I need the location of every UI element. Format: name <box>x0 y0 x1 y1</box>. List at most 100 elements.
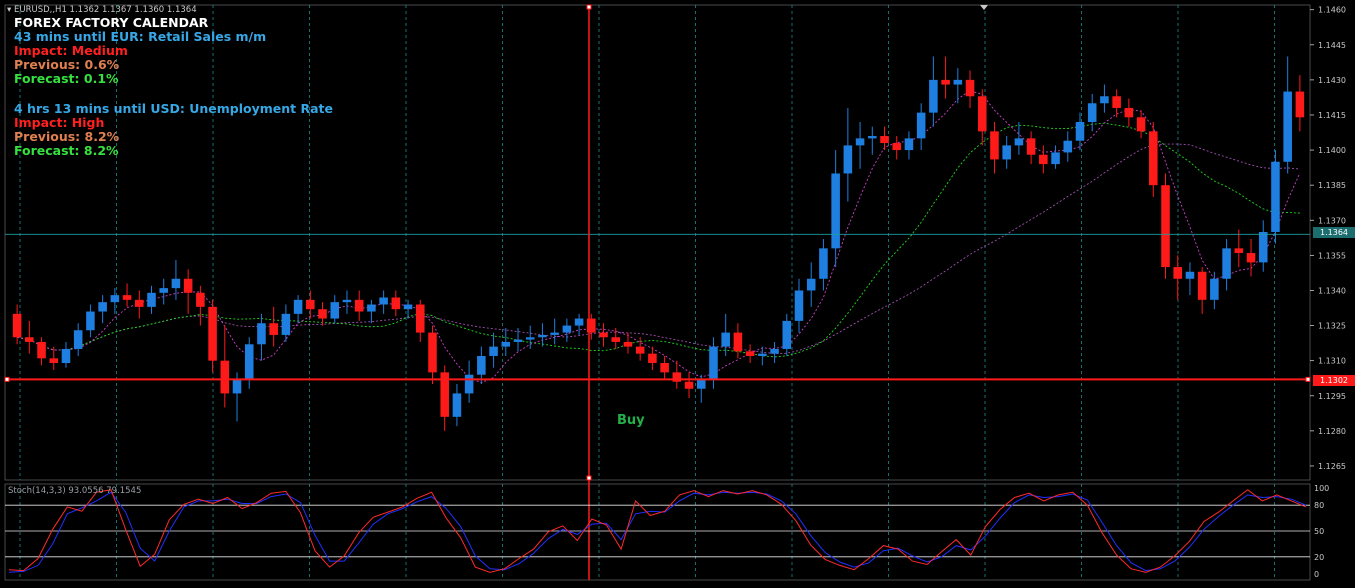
candle-body[interactable] <box>990 131 999 160</box>
candle-body[interactable] <box>354 299 364 312</box>
candle-body[interactable] <box>1051 152 1060 165</box>
candle-body[interactable] <box>367 304 376 312</box>
candle-body[interactable] <box>122 295 132 300</box>
marked-line-handle-left[interactable] <box>4 376 10 382</box>
candle-body[interactable] <box>819 248 828 279</box>
candle-body[interactable] <box>1258 231 1268 263</box>
candle-body[interactable] <box>733 332 743 352</box>
candle-body[interactable] <box>244 344 254 380</box>
candle-body[interactable] <box>98 302 107 312</box>
candle-body[interactable] <box>330 302 340 319</box>
candle-body[interactable] <box>293 299 303 314</box>
candle-body[interactable] <box>1087 103 1097 122</box>
candle-body[interactable] <box>1173 267 1182 279</box>
candle-body[interactable] <box>257 323 266 345</box>
candle-body[interactable] <box>110 295 120 303</box>
candle-body[interactable] <box>574 318 584 326</box>
candle-body[interactable] <box>208 306 217 361</box>
candle-body[interactable] <box>61 348 71 364</box>
candle-body[interactable] <box>611 337 621 342</box>
candle-body[interactable] <box>232 379 242 394</box>
candle-body[interactable] <box>660 363 669 373</box>
candle-body[interactable] <box>1124 107 1134 118</box>
candle-body[interactable] <box>318 309 327 319</box>
candle-body[interactable] <box>37 341 46 359</box>
vertical-marker-handle-bottom[interactable] <box>586 475 592 481</box>
candle-body[interactable] <box>306 299 315 310</box>
buy-annotation[interactable]: Buy <box>617 413 645 428</box>
candle-body[interactable] <box>1026 138 1036 155</box>
candle-body[interactable] <box>342 299 352 303</box>
candle-body[interactable] <box>196 292 205 307</box>
candle-body[interactable] <box>452 393 462 417</box>
chart-shift-icon[interactable] <box>980 5 988 10</box>
candle-body[interactable] <box>1234 248 1244 254</box>
candle-body[interactable] <box>12 313 22 338</box>
candle-body[interactable] <box>1136 117 1146 132</box>
candle-body[interactable] <box>1246 253 1256 263</box>
candle-body[interactable] <box>782 320 792 349</box>
candle-body[interactable] <box>1002 145 1011 160</box>
candle-body[interactable] <box>1112 96 1121 108</box>
candle-body[interactable] <box>1100 96 1109 104</box>
candle-body[interactable] <box>1014 138 1024 146</box>
candle-body[interactable] <box>379 297 388 305</box>
candle-body[interactable] <box>892 143 902 151</box>
candle-body[interactable] <box>1271 161 1280 232</box>
candle-body[interactable] <box>538 334 547 338</box>
candle-body[interactable] <box>623 341 633 347</box>
candle-body[interactable] <box>843 145 853 174</box>
marked-line-handle-right[interactable] <box>1305 376 1311 382</box>
candle-body[interactable] <box>550 332 559 335</box>
candle-body[interactable] <box>977 96 987 132</box>
candle-body[interactable] <box>904 138 914 151</box>
candle-body[interactable] <box>635 346 645 354</box>
candle-body[interactable] <box>831 173 840 249</box>
candle-body[interactable] <box>415 304 425 333</box>
candle-body[interactable] <box>696 379 706 389</box>
candle-body[interactable] <box>281 313 291 335</box>
candle-body[interactable] <box>1149 131 1158 186</box>
candle-body[interactable] <box>806 278 816 291</box>
candle-body[interactable] <box>929 79 938 113</box>
candle-body[interactable] <box>403 304 413 310</box>
candle-body[interactable] <box>916 112 926 139</box>
candle-body[interactable] <box>73 330 83 349</box>
candle-body[interactable] <box>648 353 657 364</box>
candle-body[interactable] <box>220 360 230 394</box>
candle-body[interactable] <box>49 358 59 364</box>
candle-body[interactable] <box>477 355 486 375</box>
candle-body[interactable] <box>562 325 572 333</box>
candle-body[interactable] <box>464 374 474 394</box>
candle-body[interactable] <box>135 299 144 307</box>
candle-body[interactable] <box>855 138 865 146</box>
candle-body[interactable] <box>1185 271 1195 279</box>
candle-body[interactable] <box>684 381 694 389</box>
candle-body[interactable] <box>1283 91 1292 162</box>
candle-body[interactable] <box>868 136 877 139</box>
candle-body[interactable] <box>159 288 168 293</box>
candle-body[interactable] <box>1295 91 1305 118</box>
candle-body[interactable] <box>953 79 963 85</box>
candle-body[interactable] <box>794 290 804 321</box>
candle-body[interactable] <box>525 337 535 340</box>
candle-body[interactable] <box>709 346 718 380</box>
candle-body[interactable] <box>721 332 730 347</box>
candle-body[interactable] <box>745 351 755 356</box>
marked-price-tag[interactable]: 1.1302 <box>1313 375 1355 386</box>
candle-body[interactable] <box>1161 185 1170 268</box>
candle-body[interactable] <box>599 332 608 338</box>
candle-body[interactable] <box>183 278 193 293</box>
candle-body[interactable] <box>1210 278 1219 300</box>
candle-body[interactable] <box>489 346 498 356</box>
candle-body[interactable] <box>501 341 511 347</box>
candle-body[interactable] <box>880 136 889 144</box>
candle-body[interactable] <box>1197 271 1207 300</box>
candle-body[interactable] <box>86 311 95 331</box>
vertical-marker-handle-top[interactable] <box>586 4 592 10</box>
candle-body[interactable] <box>428 332 437 373</box>
candle-body[interactable] <box>171 278 181 289</box>
candle-body[interactable] <box>758 353 767 356</box>
candle-body[interactable] <box>1039 154 1048 165</box>
candle-body[interactable] <box>147 292 156 307</box>
